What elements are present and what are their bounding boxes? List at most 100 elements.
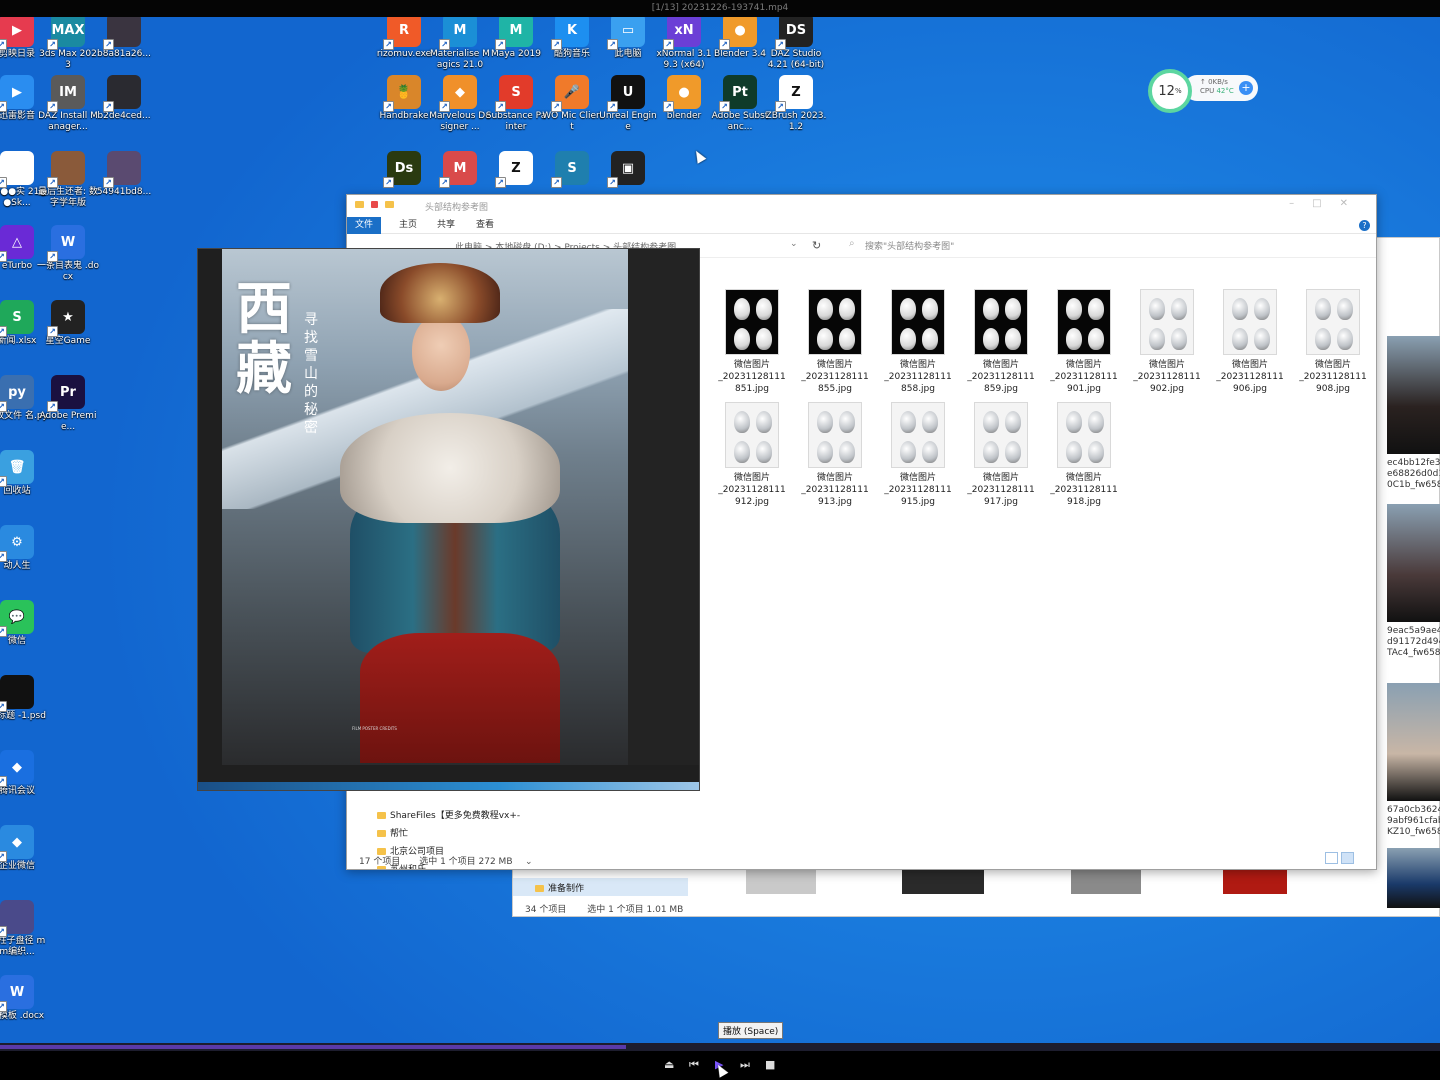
tab-share[interactable]: 共享	[437, 217, 455, 234]
file-item[interactable]: 微信图片 _20231128111 908.jpg	[1293, 289, 1373, 395]
file-name: 912.jpg	[735, 497, 769, 507]
boost-plus-icon[interactable]: +	[1239, 81, 1253, 95]
side-photo[interactable]: 9eac5a9ae4ffbd91172d494c4TAc4_fw658we	[1387, 504, 1440, 659]
desktop-icon[interactable]: R ↗ rizomuv.exe	[373, 17, 435, 60]
next-icon[interactable]: ⏭	[740, 1058, 750, 1072]
search-input[interactable]: ⌕ 搜索"头部结构参考图"	[845, 236, 1135, 254]
maximize-icon[interactable]: □	[1312, 198, 1339, 209]
close-icon[interactable]: ✕	[1340, 198, 1366, 209]
file-name: 微信图片	[816, 360, 853, 370]
file-item[interactable]: 微信图片 _20231128111 851.jpg	[712, 289, 792, 395]
desktop-icon[interactable]: ● ↗ Blender 3.4	[709, 17, 771, 60]
file-item[interactable]: 微信图片 _20231128111 915.jpg	[878, 402, 958, 508]
strip-thumbnail[interactable]	[1071, 870, 1141, 894]
file-item[interactable]: 微信图片 _20231128111 858.jpg	[878, 289, 958, 395]
desktop-icon[interactable]: S ↗ Substance Painter	[485, 75, 547, 133]
quick-access-toolbar[interactable]	[355, 200, 415, 212]
file-item[interactable]: 微信图片 _20231128111 901.jpg	[1044, 289, 1124, 395]
desktop-icon[interactable]: ◆ ↗ Marvelous Designer ...	[429, 75, 491, 133]
desktop-icon[interactable]: ⚙ ↗ 动人生	[0, 525, 48, 572]
window-controls[interactable]: –□✕	[1289, 198, 1366, 209]
help-icon[interactable]: ?	[1359, 220, 1370, 231]
desktop-icon[interactable]: M ↗ Maya 2019	[485, 17, 547, 60]
desktop-icon[interactable]: ↗ b8a81a26...	[93, 17, 155, 60]
desktop-icon[interactable]: ★ ↗ 星空Game	[37, 300, 99, 347]
tab-view[interactable]: 查看	[476, 217, 494, 234]
shortcut-arrow-icon: ↗	[551, 101, 562, 112]
head-sculpt	[900, 441, 916, 463]
desktop-icon[interactable]: Pr ↗ Adobe Premie...	[37, 375, 99, 433]
desktop-icon[interactable]: ↗秋柱子盘径 mm编织...	[0, 900, 48, 958]
file-item[interactable]: 微信图片 _20231128111 906.jpg	[1210, 289, 1290, 395]
file-name: 855.jpg	[818, 384, 852, 394]
side-photo[interactable]: 67a0cb3624419abf961cfab8eKZ10_fw658we	[1387, 683, 1440, 838]
desktop-icon[interactable]: ↗ 54941bd8...	[93, 151, 155, 198]
desktop-icon[interactable]: MAX ↗ 3ds Max 2023	[37, 17, 99, 71]
tab-home[interactable]: 主页	[399, 217, 417, 234]
nav-item-selected[interactable]: 准备制作	[513, 878, 688, 896]
desktop-icon[interactable]: W↗司模板 .docx	[0, 975, 48, 1022]
details-view-icon[interactable]	[1325, 852, 1338, 864]
minimize-icon[interactable]: –	[1289, 198, 1312, 209]
side-photo[interactable]: ec4bb12fe389e68826d0d16f0C1b_fw658we	[1387, 336, 1440, 491]
cpu-monitor-widget[interactable]: ↑ 0KB/s CPU 42°C + 12%	[1148, 69, 1258, 113]
file-name: _20231128111	[801, 372, 869, 382]
thumbnail-view-icon[interactable]	[1341, 852, 1354, 864]
head-sculpt	[734, 411, 750, 433]
file-item[interactable]: 微信图片 _20231128111 918.jpg	[1044, 402, 1124, 508]
strip-thumbnail[interactable]	[746, 870, 816, 894]
file-item[interactable]: 微信图片 _20231128111 902.jpg	[1127, 289, 1207, 395]
desktop-icon[interactable]: 💬 ↗ 微信	[0, 600, 48, 647]
desktop-icon[interactable]: M ↗ Materialise Magics 21.0	[429, 17, 491, 71]
checkbox-icon[interactable]	[370, 201, 378, 208]
file-item[interactable]: 微信图片 _20231128111 913.jpg	[795, 402, 875, 508]
nav-folder-item[interactable]: 帮忙	[377, 825, 520, 843]
strip-thumbnail[interactable]	[902, 870, 984, 894]
tab-file[interactable]: 文件	[347, 217, 382, 234]
desktop-icon[interactable]: Pt ↗ Adobe Substanc...	[709, 75, 771, 133]
strip-thumbnail[interactable]	[1223, 870, 1287, 894]
desktop-icon[interactable]: ↗未标题 -1.psd	[0, 675, 48, 722]
desktop-icon[interactable]: ▣ ↗	[597, 151, 659, 188]
desktop-icon[interactable]: ▭ ↗ 此电脑	[597, 17, 659, 60]
desktop-icon[interactable]: IM ↗ DAZ Install Manager...	[37, 75, 99, 133]
file-thumbnail	[891, 402, 945, 468]
file-name: 微信图片	[1065, 360, 1102, 370]
desktop-icon[interactable]: Z ↗	[485, 151, 547, 188]
desktop-icon[interactable]: xN ↗ xNormal 3.19.3 (x64)	[653, 17, 715, 71]
desktop-icon[interactable]: ● ↗ blender	[653, 75, 715, 122]
chevron-down-icon[interactable]: ⌄	[790, 239, 798, 249]
image-preview-popup[interactable]: 西藏 寻找雪山的秘密 FILM POSTER CREDITS	[197, 248, 700, 791]
desktop-icon[interactable]: W ↗ 一条目表鬼 .docx	[37, 225, 99, 283]
desktop-icon[interactable]: U ↗ Unreal Engine	[597, 75, 659, 133]
desktop-icon[interactable]: S ↗	[541, 151, 603, 188]
desktop-icon[interactable]: ◆ ↗ 腾讯会议	[0, 750, 48, 797]
file-item[interactable]: 微信图片 _20231128111 859.jpg	[961, 289, 1041, 395]
stop-icon[interactable]: ■	[765, 1058, 775, 1071]
desktop-icon[interactable]: K ↗ 酷狗音乐	[541, 17, 603, 60]
desktop-icon[interactable]: Z ↗ ZBrush 2023.1.2	[765, 75, 827, 133]
file-item[interactable]: 微信图片 _20231128111 912.jpg	[712, 402, 792, 508]
nav-folder-item[interactable]: ShareFiles【更多免费教程vx+-	[377, 807, 520, 825]
head-sculpt	[983, 298, 999, 320]
desktop-icon[interactable]: ↗ b2de4ced...	[93, 75, 155, 122]
shortcut-arrow-icon: ↗	[0, 1001, 7, 1012]
desktop-icon[interactable]: Ds ↗	[373, 151, 435, 188]
window-title-bar[interactable]: 头部结构参考图 –□✕	[347, 195, 1376, 217]
refresh-icon[interactable]: ↻	[812, 239, 821, 252]
desktop-icon[interactable]: ◆ ↗ 企业微信	[0, 825, 48, 872]
head-sculpt	[1254, 328, 1270, 350]
playback-progress-bar[interactable]	[0, 1043, 1440, 1051]
desktop-icon[interactable]: 🗑 ↗ 回收站	[0, 450, 48, 497]
desktop-icon[interactable]: ↗ 最后生还者: 数字学年版	[37, 151, 99, 209]
desktop-icon[interactable]: M ↗	[429, 151, 491, 188]
desktop-icon[interactable]: 🍍 ↗ Handbrake	[373, 75, 435, 122]
desktop-icon[interactable]: DS ↗ DAZ Studio 4.21 (64-bit)	[765, 17, 827, 71]
desktop-icon[interactable]: 🎤 ↗ WO Mic Client	[541, 75, 603, 133]
cpu-stats-pill: ↑ 0KB/s CPU 42°C +	[1184, 75, 1258, 101]
shortcut-arrow-icon: ↗	[495, 177, 506, 188]
file-item[interactable]: 微信图片 _20231128111 917.jpg	[961, 402, 1041, 508]
eject-icon[interactable]: ⏏	[664, 1058, 674, 1071]
file-item[interactable]: 微信图片 _20231128111 855.jpg	[795, 289, 875, 395]
previous-icon[interactable]: ⏮	[689, 1058, 699, 1072]
